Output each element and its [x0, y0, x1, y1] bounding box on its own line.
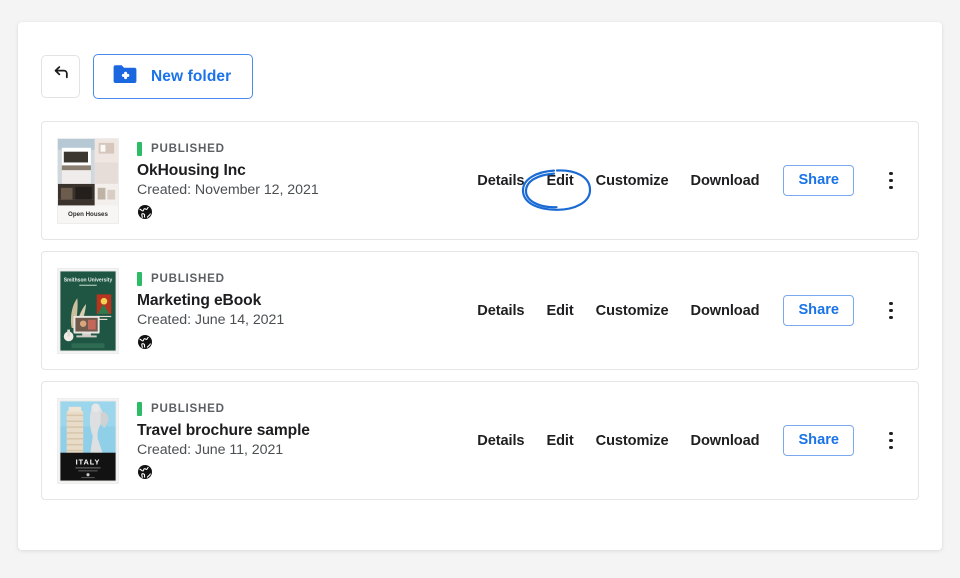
- table-row[interactable]: Smithson University PUBLISHED Marketing …: [41, 251, 919, 370]
- edit-button[interactable]: Edit: [535, 173, 584, 189]
- kebab-dot: [889, 308, 893, 313]
- svg-text:ITALY: ITALY: [76, 457, 101, 466]
- documents-list: Open Houses Open Houses PUBLISHED OkHous…: [18, 99, 942, 500]
- new-folder-button[interactable]: New folder: [93, 54, 254, 99]
- edit-button[interactable]: Edit: [535, 303, 584, 319]
- share-button[interactable]: Share: [783, 425, 854, 456]
- document-created-date: Created: June 14, 2021: [137, 311, 285, 328]
- status-indicator: [137, 141, 142, 156]
- kebab-dot: [889, 431, 893, 436]
- row-actions: Details Edit Customize Download Share: [466, 424, 902, 458]
- document-title: Marketing eBook: [137, 291, 262, 309]
- status-indicator: [137, 271, 142, 286]
- kebab-menu-icon[interactable]: [880, 294, 902, 328]
- back-arrow-icon: [51, 64, 71, 89]
- back-button[interactable]: [41, 55, 80, 98]
- row-actions: Details Edit Customize Download Share: [466, 164, 902, 211]
- kebab-dot: [889, 445, 893, 450]
- customize-button[interactable]: Customize: [585, 433, 680, 449]
- marketing-ebook-thumbnail: Smithson University: [57, 267, 119, 354]
- status-label: PUBLISHED: [151, 272, 225, 285]
- kebab-dot: [889, 185, 893, 190]
- kebab-menu-icon[interactable]: [880, 424, 902, 458]
- download-button[interactable]: Download: [680, 303, 771, 319]
- share-button[interactable]: Share: [783, 165, 854, 196]
- download-button[interactable]: Download: [680, 173, 771, 189]
- details-button[interactable]: Details: [466, 303, 535, 319]
- document-created-date: Created: June 11, 2021: [137, 441, 284, 458]
- edit-button[interactable]: Edit: [535, 433, 584, 449]
- kebab-dot: [889, 171, 893, 176]
- toolbar: New folder: [18, 22, 942, 99]
- document-created-date: Created: November 12, 2021: [137, 181, 319, 198]
- status-label: PUBLISHED: [151, 142, 225, 155]
- status-badge: PUBLISHED: [137, 271, 466, 286]
- documents-panel: New folder Open Houses PUBLISHED OkHousi…: [18, 22, 942, 550]
- document-title: Travel brochure sample: [137, 421, 310, 439]
- row-actions: Details Edit Customize Download Share: [466, 294, 902, 328]
- globe-icon: [137, 464, 155, 480]
- kebab-dot: [889, 315, 893, 320]
- document-meta: PUBLISHED Marketing eBook Created: June …: [137, 271, 466, 350]
- status-label: PUBLISHED: [151, 402, 225, 415]
- kebab-menu-icon[interactable]: [880, 164, 902, 198]
- open-houses-thumbnail: Open Houses Open Houses: [57, 137, 119, 224]
- document-meta: PUBLISHED OkHousing Inc Created: Novembe…: [137, 141, 466, 220]
- new-folder-label: New folder: [151, 67, 232, 85]
- italy-travel-thumbnail: ITALY: [57, 397, 119, 484]
- customize-button[interactable]: Customize: [585, 303, 680, 319]
- status-indicator: [137, 401, 142, 416]
- share-button[interactable]: Share: [783, 295, 854, 326]
- svg-text:Smithson University: Smithson University: [64, 277, 113, 283]
- download-button[interactable]: Download: [680, 433, 771, 449]
- status-badge: PUBLISHED: [137, 401, 466, 416]
- globe-icon: [137, 204, 155, 220]
- kebab-dot: [889, 301, 893, 306]
- kebab-dot: [889, 438, 893, 443]
- folder-plus-icon: [112, 63, 138, 90]
- details-button[interactable]: Details: [466, 433, 535, 449]
- document-title: OkHousing Inc: [137, 161, 246, 179]
- table-row[interactable]: ITALY PUBLISHED Travel brochure sample C…: [41, 381, 919, 500]
- document-meta: PUBLISHED Travel brochure sample Created…: [137, 401, 466, 480]
- table-row[interactable]: Open Houses Open Houses PUBLISHED OkHous…: [41, 121, 919, 240]
- svg-text:Open Houses: Open Houses: [68, 211, 108, 218]
- details-button[interactable]: Details: [466, 173, 535, 189]
- customize-button[interactable]: Customize: [585, 173, 680, 189]
- kebab-dot: [889, 178, 893, 183]
- status-badge: PUBLISHED: [137, 141, 466, 156]
- globe-icon: [137, 334, 155, 350]
